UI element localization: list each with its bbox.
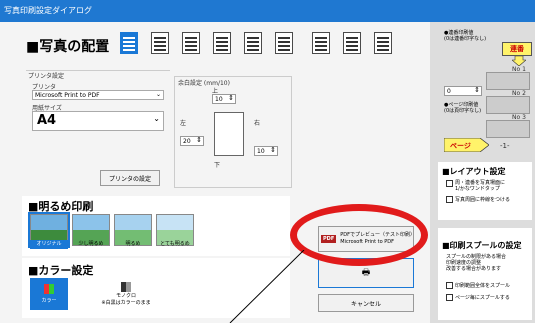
layout-option-2[interactable]: 写真周囲に枠線をつける <box>446 196 510 203</box>
color-option-mono[interactable]: モノクロ ※白黒はカラーのまま <box>96 278 156 310</box>
spool-description: スプールの制限がある場合 印刷速度の調整 改善する場合があります <box>446 254 506 272</box>
layout-option-2-checkbox[interactable] <box>446 196 453 203</box>
cancel-button[interactable]: キャンセル <box>318 294 414 312</box>
page-note: ●ページ印刷値 (0は頁印字なし) <box>444 102 481 114</box>
page-button-label: ページ <box>450 142 471 150</box>
preview-card-2 <box>486 96 530 114</box>
brightness-title: ■明るめ印刷 <box>28 200 94 213</box>
paper-preview <box>214 112 244 156</box>
serial-note-line2: (0は連番印字なし) <box>444 36 487 42</box>
brightness-label-original: オリジナル <box>30 240 68 249</box>
cancel-button-label: キャンセル <box>350 300 381 308</box>
layout-option-1-checkbox[interactable] <box>446 180 453 187</box>
layout-option-1-line2: 1/かなワンドタップ <box>455 186 500 192</box>
photo-layout-title: ■写真の配置 <box>26 39 110 55</box>
annotation-arrow-left <box>229 250 305 323</box>
spool-option-1-checkbox[interactable] <box>446 282 453 289</box>
layout-button-9[interactable] <box>374 32 392 54</box>
serial-button-label: 連番 <box>510 45 524 53</box>
serial-button[interactable]: 連番 <box>502 42 532 56</box>
window-title: 写真印刷設定ダイアログ <box>4 6 92 15</box>
margin-right-spinner[interactable]: 10 <box>254 146 278 156</box>
color-option-label: カラー <box>41 298 57 304</box>
preview-card-1 <box>486 72 530 90</box>
spool-desc-line3: 改善する場合があります <box>446 266 502 272</box>
spool-option-2-checkbox[interactable] <box>446 294 453 301</box>
layout-button-row <box>120 32 392 54</box>
layout-button-6[interactable] <box>275 32 293 54</box>
layout-settings-title: ■レイアウト設定 <box>442 167 506 176</box>
margin-left-spinner[interactable]: 20 <box>180 136 204 146</box>
margin-top-value: 10 <box>215 96 223 103</box>
brightness-label-slight: 少し明るめ <box>78 241 104 247</box>
margin-title: 余白設定 (mm/10) <box>178 80 230 87</box>
layout-option-1[interactable]: 周・連番を写真場面に 1/かなワンドタップ <box>446 180 505 192</box>
color-option-color[interactable]: カラー <box>30 278 68 310</box>
title-bar: 写真印刷設定ダイアログ <box>0 0 535 22</box>
paper-size-select[interactable]: A4 ⌄ <box>32 111 164 131</box>
brightness-label-very-bright: とても明るめ <box>160 241 190 247</box>
mono-swatch-icon <box>121 282 131 292</box>
printer-section-label: プリンタ設定 <box>28 73 65 80</box>
mono-option-note: ※白黒はカラーのまま <box>101 300 151 306</box>
layout-button-2[interactable] <box>151 32 169 54</box>
margin-top-spinner[interactable]: 10 <box>212 94 236 104</box>
spool-option-1[interactable]: 印刷範囲全体をスプール <box>446 282 510 289</box>
layout-button-1[interactable] <box>120 32 138 54</box>
spool-option-2-label: ページ毎にスプールする <box>455 295 510 301</box>
printer-select[interactable]: Microsoft Print to PDF ⌄ <box>32 90 164 100</box>
layout-button-3[interactable] <box>182 32 200 54</box>
brightness-label-bright: 明るめ <box>125 241 141 247</box>
spool-option-1-label: 印刷範囲全体をスプール <box>455 283 511 289</box>
layout-button-8[interactable] <box>343 32 361 54</box>
layout-option-2-label: 写真周囲に枠線をつける <box>455 197 511 203</box>
mono-option-label: モノクロ <box>115 293 136 299</box>
margin-left-value: 20 <box>183 138 191 145</box>
color-title: ■カラー設定 <box>28 264 94 277</box>
page-number-label: -1- <box>500 142 510 150</box>
printer-settings-button-label: プリンタの設定 <box>108 175 151 183</box>
printer-select-value: Microsoft Print to PDF <box>35 92 100 99</box>
spool-option-2[interactable]: ページ毎にスプールする <box>446 294 510 301</box>
margin-right-label: 右 <box>254 120 261 127</box>
margin-left-label: 左 <box>180 120 187 127</box>
preview-card-3 <box>486 120 530 138</box>
layout-button-4[interactable] <box>213 32 231 54</box>
serial-spinner-value: 0 <box>447 88 451 95</box>
serial-spinner[interactable]: 0 <box>444 86 482 96</box>
printer-settings-button[interactable]: プリンタの設定 <box>100 170 160 186</box>
color-swatch-icon <box>44 284 54 294</box>
page-note-line2: (0は頁印字なし) <box>444 108 482 114</box>
spool-title: ■印刷スプールの設定 <box>442 241 522 250</box>
margin-right-value: 10 <box>257 148 265 155</box>
margin-bottom-label: 下 <box>214 162 221 169</box>
chevron-down-icon: ⌄ <box>155 91 161 98</box>
printer-icon: 🖶 <box>361 268 371 278</box>
serial-note: ●連番印刷値 (0は連番印字なし) <box>444 30 486 42</box>
serial-arrow-icon <box>512 56 526 66</box>
chevron-down-icon: ⌄ <box>153 114 160 123</box>
paper-size-value: A4 <box>37 113 57 128</box>
layout-button-5[interactable] <box>244 32 262 54</box>
layout-button-7[interactable] <box>312 32 330 54</box>
